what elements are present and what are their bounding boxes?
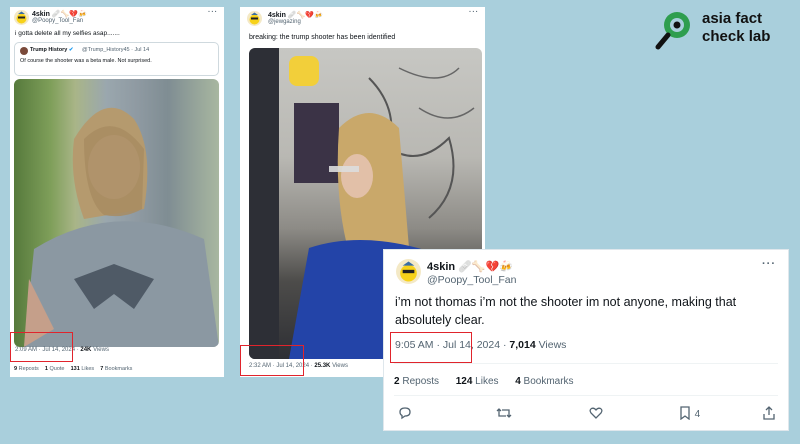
tweet-photo[interactable]: [14, 79, 219, 347]
avatar[interactable]: [14, 10, 29, 25]
like-icon[interactable]: [589, 406, 603, 425]
tweet-text: breaking: the trump shooter has been ide…: [249, 34, 396, 41]
avatar-cartoon-icon: [400, 261, 417, 282]
quotes-stat[interactable]: 1 Quote: [45, 366, 65, 372]
divider: [394, 395, 778, 396]
action-bar: 4: [394, 406, 778, 424]
bookmark-action-count: 4: [694, 409, 701, 420]
reply-icon[interactable]: [398, 406, 412, 425]
user-handle[interactable]: @jewgazing: [268, 19, 301, 25]
engagement-stats: 9 Reposts 1 Quote 131 Likes 7 Bookmarks: [14, 366, 132, 372]
display-name[interactable]: 4skin 🩹🦴💔🍻: [32, 10, 87, 18]
reposts-stat[interactable]: 9 Reposts: [14, 366, 39, 372]
magnifier-logo-icon: [655, 12, 690, 50]
quote-avatar: [20, 47, 28, 55]
photo-illustration: [24, 107, 219, 347]
tweet-text-line2: absolutely clear.: [395, 313, 485, 327]
avatar[interactable]: [247, 11, 262, 26]
tweet-card-selfies: 4skin 🩹🦴💔🍻 @Poopy_Tool_Fan ··· i gotta d…: [10, 7, 224, 377]
avatar[interactable]: [396, 259, 421, 284]
logo-text-line2: check lab: [702, 28, 771, 45]
timestamp-highlight-box: [10, 332, 73, 362]
more-icon[interactable]: ···: [469, 9, 479, 16]
user-handle[interactable]: @Poopy_Tool_Fan: [32, 18, 83, 24]
bookmarks-stat[interactable]: 7 Bookmarks: [100, 366, 132, 372]
bookmarks-stat[interactable]: 4 Bookmarks: [515, 376, 573, 387]
avatar-cartoon-icon: [249, 12, 260, 25]
likes-stat[interactable]: 131 Likes: [71, 366, 95, 372]
user-handle[interactable]: @Poopy_Tool_Fan: [427, 274, 516, 286]
engagement-stats: 2 Reposts 124 Likes 4 Bookmarks: [394, 376, 574, 387]
timestamp-highlight-box: [390, 332, 472, 363]
retweet-icon[interactable]: [496, 406, 512, 425]
quoted-tweet[interactable]: Trump History ✔ @Trump_History45 · Jul 1…: [14, 42, 219, 76]
reposts-stat[interactable]: 2 Reposts: [394, 376, 439, 387]
more-icon[interactable]: ···: [208, 9, 218, 16]
tweet-text: i gotta delete all my selfies asap......…: [15, 30, 120, 37]
tweet-text-line1: i’m not thomas i’m not the shooter im no…: [395, 295, 737, 309]
timestamp-highlight-box: [240, 345, 304, 376]
asia-fact-check-lab-logo: asia fact check lab: [655, 8, 795, 52]
quote-display-name: Trump History ✔: [30, 47, 74, 53]
quote-text: Of course the shooter was a beta male. N…: [20, 58, 152, 64]
logo-text-line1: asia fact: [702, 10, 763, 27]
divider: [394, 363, 778, 364]
quote-handle: @Trump_History45 · Jul 14: [82, 47, 150, 53]
display-name[interactable]: 4skin 🩹🦴💔🍻: [427, 260, 513, 273]
display-name[interactable]: 4skin 🩹🦴💔🍻: [268, 11, 323, 19]
likes-stat[interactable]: 124 Likes: [456, 376, 499, 387]
more-icon[interactable]: ···: [762, 258, 776, 270]
bookmark-icon[interactable]: 4: [679, 406, 700, 425]
avatar-cartoon-icon: [16, 11, 27, 24]
share-icon[interactable]: [762, 406, 776, 425]
